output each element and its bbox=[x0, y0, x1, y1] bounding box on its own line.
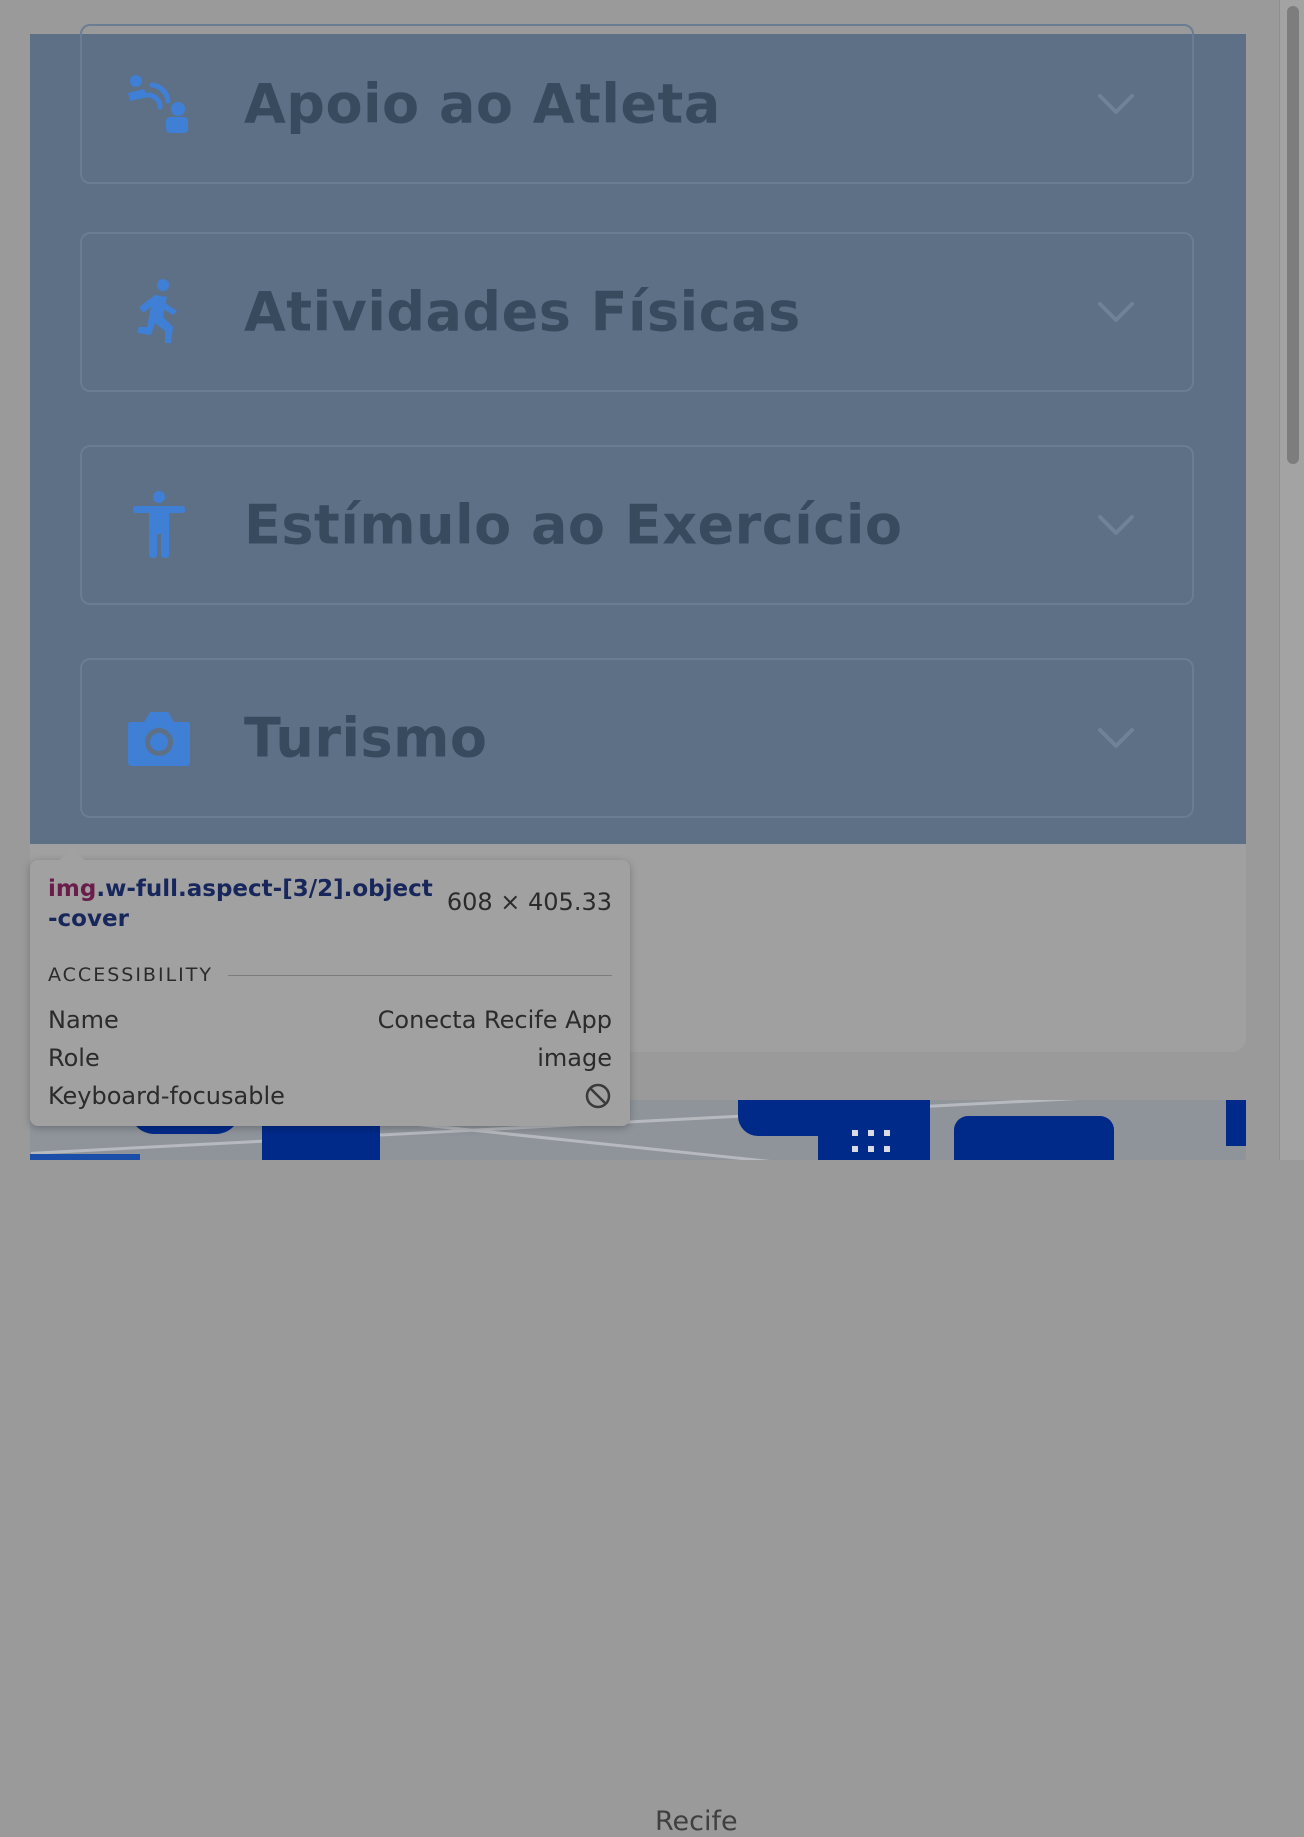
row-key: Role bbox=[48, 1044, 100, 1072]
row-value: image bbox=[537, 1044, 612, 1072]
section-divider bbox=[228, 975, 612, 976]
scrollbar-thumb[interactable] bbox=[1287, 6, 1299, 464]
accordion-item-label: Estímulo ao Exercício bbox=[244, 493, 903, 557]
chevron-down-icon bbox=[1096, 84, 1136, 124]
highlighted-image: Apoio ao Atleta Atividades Físicas Estím… bbox=[30, 24, 1246, 844]
card-text: Recife bbox=[655, 1806, 738, 1837]
element-classes: .w-full.aspect-[3/2].object-cover bbox=[48, 876, 433, 932]
chevron-down-icon bbox=[1096, 292, 1136, 332]
accordion-item-turismo[interactable]: Turismo bbox=[80, 658, 1194, 818]
accordion-item-atividades-fisicas[interactable]: Atividades Físicas bbox=[80, 232, 1194, 392]
accessibility-row-name: Name Conecta Recife App bbox=[48, 1006, 612, 1036]
element-selector: img.w-full.aspect-[3/2].object-cover bbox=[48, 874, 438, 934]
accessibility-heading: ACCESSIBILITY bbox=[48, 964, 213, 986]
vertical-scrollbar[interactable] bbox=[1279, 0, 1304, 1160]
accessibility-row-role: Role image bbox=[48, 1044, 612, 1074]
accordion-item-estimulo-ao-exercicio[interactable]: Estímulo ao Exercício bbox=[80, 445, 1194, 605]
no-entry-icon bbox=[584, 1082, 612, 1116]
chevron-down-icon bbox=[1096, 505, 1136, 545]
page-background: Recife Apoio ao Atleta Atividades Física… bbox=[0, 0, 1280, 1837]
accordion-item-label: Apoio ao Atleta bbox=[244, 72, 721, 136]
element-tag: img bbox=[48, 876, 97, 902]
running-person-icon bbox=[124, 277, 194, 347]
accessibility-row-keyboard-focusable: Keyboard-focusable bbox=[48, 1082, 612, 1112]
camera-icon bbox=[124, 703, 194, 773]
athlete-support-icon bbox=[124, 69, 194, 139]
element-size: 608 × 405.33 bbox=[446, 888, 612, 916]
row-value: Conecta Recife App bbox=[377, 1006, 612, 1034]
accordion-item-label: Turismo bbox=[244, 706, 488, 770]
row-key: Keyboard-focusable bbox=[48, 1082, 285, 1110]
tooltip-arrow bbox=[60, 848, 84, 860]
accessibility-person-icon bbox=[124, 490, 194, 560]
accordion-item-label: Atividades Físicas bbox=[244, 280, 801, 344]
row-key: Name bbox=[48, 1006, 119, 1034]
accordion-item-apoio-ao-atleta[interactable]: Apoio ao Atleta bbox=[80, 24, 1194, 184]
chevron-down-icon bbox=[1096, 718, 1136, 758]
inspector-tooltip: img.w-full.aspect-[3/2].object-cover 608… bbox=[30, 848, 630, 1126]
